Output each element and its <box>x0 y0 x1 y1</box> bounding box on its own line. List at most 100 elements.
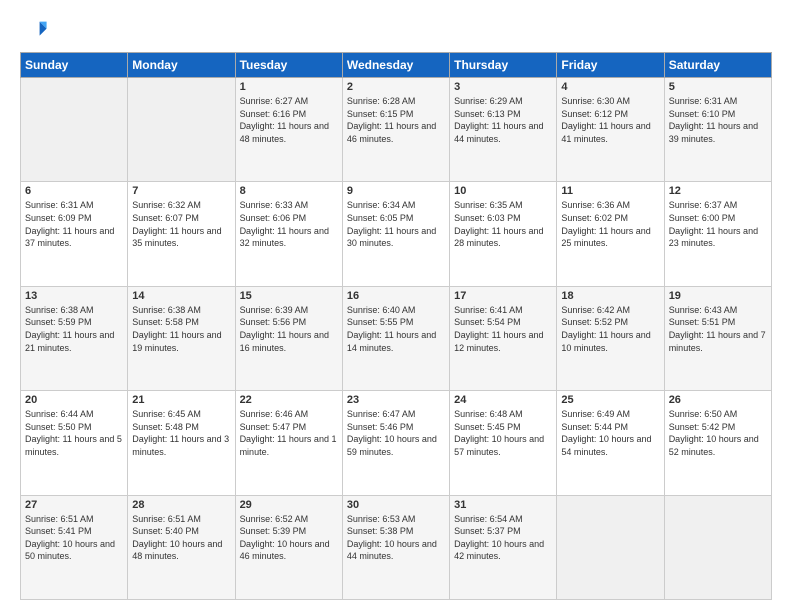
day-number: 1 <box>240 81 338 93</box>
calendar-cell: 15 Sunrise: 6:39 AM Sunset: 5:56 PM Dayli… <box>235 286 342 390</box>
day-info: Sunrise: 6:35 AM Sunset: 6:03 PM Dayligh… <box>454 199 552 249</box>
calendar-cell: 9 Sunrise: 6:34 AM Sunset: 6:05 PM Daylig… <box>342 182 449 286</box>
calendar-cell <box>21 78 128 182</box>
day-number: 8 <box>240 185 338 197</box>
calendar-cell: 13 Sunrise: 6:38 AM Sunset: 5:59 PM Dayli… <box>21 286 128 390</box>
day-number: 7 <box>132 185 230 197</box>
calendar-cell: 27Sunrise: 6:51 AM Sunset: 5:41 PM Dayli… <box>21 495 128 599</box>
day-number: 22 <box>240 394 338 406</box>
day-info: Sunrise: 6:53 AM Sunset: 5:38 PM Dayligh… <box>347 513 445 563</box>
weekday-header: Friday <box>557 53 664 78</box>
calendar-cell: 22 Sunrise: 6:46 AM Sunset: 5:47 PM Dayli… <box>235 391 342 495</box>
day-info: Sunrise: 6:48 AM Sunset: 5:45 PM Dayligh… <box>454 408 552 458</box>
day-info: Sunrise: 6:44 AM Sunset: 5:50 PM Dayligh… <box>25 408 123 458</box>
weekday-header: Wednesday <box>342 53 449 78</box>
calendar-cell: 3 Sunrise: 6:29 AM Sunset: 6:13 PM Daylig… <box>450 78 557 182</box>
calendar-cell: 30 Sunrise: 6:53 AM Sunset: 5:38 PM Dayli… <box>342 495 449 599</box>
calendar-cell <box>557 495 664 599</box>
day-number: 16 <box>347 290 445 302</box>
calendar-cell: 12 Sunrise: 6:37 AM Sunset: 6:00 PM Dayli… <box>664 182 771 286</box>
calendar-cell: 1Sunrise: 6:27 AM Sunset: 6:16 PM Daylig… <box>235 78 342 182</box>
day-number: 23 <box>347 394 445 406</box>
day-info: Sunrise: 6:38 AM Sunset: 5:59 PM Dayligh… <box>25 304 123 354</box>
calendar-cell: 26Sunrise: 6:50 AM Sunset: 5:42 PM Dayli… <box>664 391 771 495</box>
day-info: Sunrise: 6:42 AM Sunset: 5:52 PM Dayligh… <box>561 304 659 354</box>
day-info: Sunrise: 6:36 AM Sunset: 6:02 PM Dayligh… <box>561 199 659 249</box>
day-info: Sunrise: 6:30 AM Sunset: 6:12 PM Dayligh… <box>561 95 659 145</box>
calendar-week-row: 13 Sunrise: 6:38 AM Sunset: 5:59 PM Dayli… <box>21 286 772 390</box>
day-info: Sunrise: 6:28 AM Sunset: 6:15 PM Dayligh… <box>347 95 445 145</box>
weekday-header: Monday <box>128 53 235 78</box>
weekday-header: Thursday <box>450 53 557 78</box>
calendar-cell: 11 Sunrise: 6:36 AM Sunset: 6:02 PM Dayli… <box>557 182 664 286</box>
day-number: 30 <box>347 499 445 511</box>
day-number: 29 <box>240 499 338 511</box>
calendar-cell: 2Sunrise: 6:28 AM Sunset: 6:15 PM Daylig… <box>342 78 449 182</box>
day-info: Sunrise: 6:33 AM Sunset: 6:06 PM Dayligh… <box>240 199 338 249</box>
calendar-week-row: 1Sunrise: 6:27 AM Sunset: 6:16 PM Daylig… <box>21 78 772 182</box>
day-info: Sunrise: 6:29 AM Sunset: 6:13 PM Dayligh… <box>454 95 552 145</box>
calendar-cell: 8 Sunrise: 6:33 AM Sunset: 6:06 PM Daylig… <box>235 182 342 286</box>
calendar-cell: 28 Sunrise: 6:51 AM Sunset: 5:40 PM Dayli… <box>128 495 235 599</box>
logo <box>20 16 52 44</box>
day-number: 15 <box>240 290 338 302</box>
day-info: Sunrise: 6:47 AM Sunset: 5:46 PM Dayligh… <box>347 408 445 458</box>
day-info: Sunrise: 6:32 AM Sunset: 6:07 PM Dayligh… <box>132 199 230 249</box>
calendar-cell <box>664 495 771 599</box>
day-number: 11 <box>561 185 659 197</box>
calendar-cell: 18 Sunrise: 6:42 AM Sunset: 5:52 PM Dayli… <box>557 286 664 390</box>
calendar-cell: 4 Sunrise: 6:30 AM Sunset: 6:12 PM Daylig… <box>557 78 664 182</box>
day-number: 12 <box>669 185 767 197</box>
calendar-cell: 19Sunrise: 6:43 AM Sunset: 5:51 PM Dayli… <box>664 286 771 390</box>
day-number: 21 <box>132 394 230 406</box>
calendar-cell <box>128 78 235 182</box>
day-number: 3 <box>454 81 552 93</box>
day-number: 24 <box>454 394 552 406</box>
calendar-header-row: SundayMondayTuesdayWednesdayThursdayFrid… <box>21 53 772 78</box>
day-number: 31 <box>454 499 552 511</box>
weekday-header: Tuesday <box>235 53 342 78</box>
calendar-week-row: 20 Sunrise: 6:44 AM Sunset: 5:50 PM Dayli… <box>21 391 772 495</box>
day-number: 25 <box>561 394 659 406</box>
day-number: 14 <box>132 290 230 302</box>
day-number: 6 <box>25 185 123 197</box>
day-number: 20 <box>25 394 123 406</box>
day-number: 28 <box>132 499 230 511</box>
calendar-cell: 23 Sunrise: 6:47 AM Sunset: 5:46 PM Dayli… <box>342 391 449 495</box>
day-number: 18 <box>561 290 659 302</box>
calendar-cell: 10 Sunrise: 6:35 AM Sunset: 6:03 PM Dayli… <box>450 182 557 286</box>
logo-icon <box>20 16 48 44</box>
day-info: Sunrise: 6:34 AM Sunset: 6:05 PM Dayligh… <box>347 199 445 249</box>
calendar-table: SundayMondayTuesdayWednesdayThursdayFrid… <box>20 52 772 600</box>
calendar-cell: 6 Sunrise: 6:31 AM Sunset: 6:09 PM Daylig… <box>21 182 128 286</box>
header <box>20 16 772 44</box>
calendar-cell: 20 Sunrise: 6:44 AM Sunset: 5:50 PM Dayli… <box>21 391 128 495</box>
day-info: Sunrise: 6:45 AM Sunset: 5:48 PM Dayligh… <box>132 408 230 458</box>
day-info: Sunrise: 6:41 AM Sunset: 5:54 PM Dayligh… <box>454 304 552 354</box>
calendar-cell: 24 Sunrise: 6:48 AM Sunset: 5:45 PM Dayli… <box>450 391 557 495</box>
day-info: Sunrise: 6:38 AM Sunset: 5:58 PM Dayligh… <box>132 304 230 354</box>
calendar-cell: 17Sunrise: 6:41 AM Sunset: 5:54 PM Dayli… <box>450 286 557 390</box>
day-info: Sunrise: 6:43 AM Sunset: 5:51 PM Dayligh… <box>669 304 767 354</box>
day-info: Sunrise: 6:51 AM Sunset: 5:40 PM Dayligh… <box>132 513 230 563</box>
day-info: Sunrise: 6:52 AM Sunset: 5:39 PM Dayligh… <box>240 513 338 563</box>
day-info: Sunrise: 6:40 AM Sunset: 5:55 PM Dayligh… <box>347 304 445 354</box>
day-info: Sunrise: 6:31 AM Sunset: 6:09 PM Dayligh… <box>25 199 123 249</box>
day-info: Sunrise: 6:46 AM Sunset: 5:47 PM Dayligh… <box>240 408 338 458</box>
calendar-cell: 7 Sunrise: 6:32 AM Sunset: 6:07 PM Daylig… <box>128 182 235 286</box>
day-info: Sunrise: 6:37 AM Sunset: 6:00 PM Dayligh… <box>669 199 767 249</box>
weekday-header: Sunday <box>21 53 128 78</box>
day-number: 13 <box>25 290 123 302</box>
calendar-cell: 5Sunrise: 6:31 AM Sunset: 6:10 PM Daylig… <box>664 78 771 182</box>
calendar-cell: 29 Sunrise: 6:52 AM Sunset: 5:39 PM Dayli… <box>235 495 342 599</box>
day-info: Sunrise: 6:39 AM Sunset: 5:56 PM Dayligh… <box>240 304 338 354</box>
day-info: Sunrise: 6:51 AM Sunset: 5:41 PM Dayligh… <box>25 513 123 563</box>
calendar-cell: 25Sunrise: 6:49 AM Sunset: 5:44 PM Dayli… <box>557 391 664 495</box>
page: SundayMondayTuesdayWednesdayThursdayFrid… <box>0 0 792 612</box>
calendar-cell: 16 Sunrise: 6:40 AM Sunset: 5:55 PM Dayli… <box>342 286 449 390</box>
calendar-week-row: 6 Sunrise: 6:31 AM Sunset: 6:09 PM Daylig… <box>21 182 772 286</box>
day-number: 4 <box>561 81 659 93</box>
calendar-cell: 14 Sunrise: 6:38 AM Sunset: 5:58 PM Dayli… <box>128 286 235 390</box>
day-number: 9 <box>347 185 445 197</box>
day-number: 10 <box>454 185 552 197</box>
